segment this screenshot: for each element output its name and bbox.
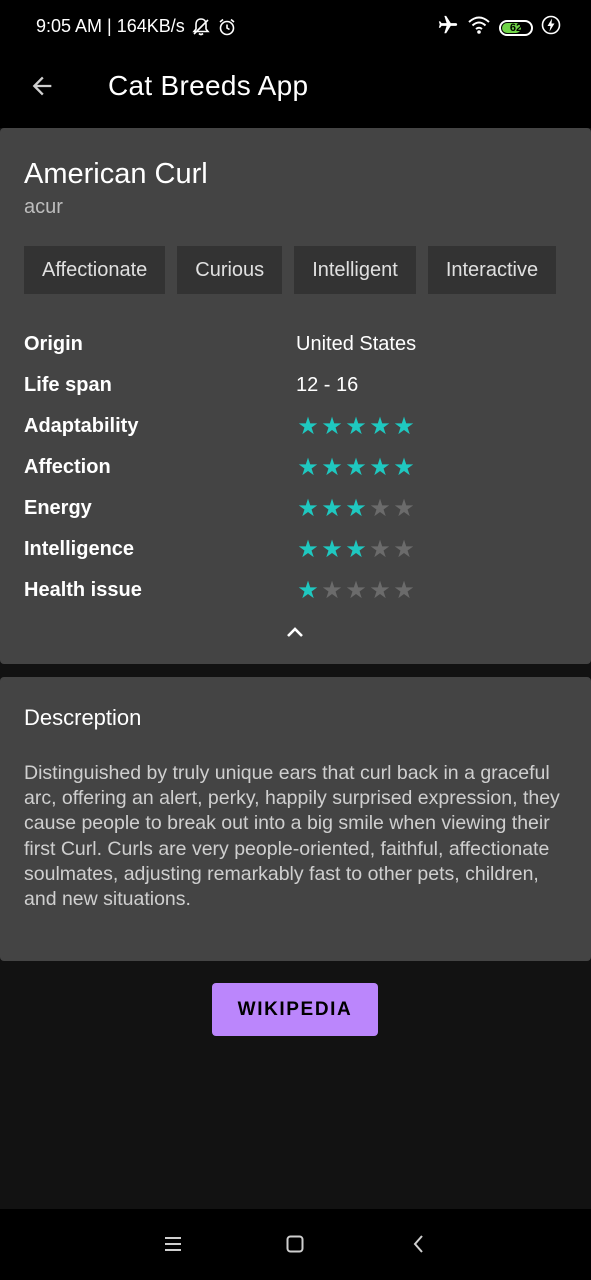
attr-label-life-span: Life span: [24, 374, 112, 396]
back-button[interactable]: [22, 68, 62, 108]
nav-menu-button[interactable]: [158, 1231, 188, 1261]
mute-bell-icon: [191, 17, 211, 37]
temperament-chip[interactable]: Curious: [177, 246, 283, 294]
star-filled-icon: ★: [393, 412, 415, 440]
attr-label-adaptability: Adaptability: [24, 415, 139, 437]
description-title: Descreption: [24, 705, 142, 730]
attr-label-origin: Origin: [24, 333, 83, 355]
status-bar: 9:05 AM | 164KB/s 62: [0, 0, 591, 56]
star-filled-icon: ★: [321, 412, 343, 440]
alarm-icon: [217, 17, 237, 37]
star-filled-icon: ★: [345, 453, 367, 481]
back-icon: [411, 1234, 427, 1259]
star-empty-icon: ★: [369, 576, 391, 604]
star-filled-icon: ★: [369, 453, 391, 481]
nav-back-button[interactable]: [404, 1231, 434, 1261]
app-title: Cat Breeds App: [108, 70, 309, 101]
attr-value-origin: United States: [296, 333, 417, 355]
rating-stars-intelligence: ★ ★ ★ ★ ★: [296, 535, 416, 563]
charging-icon: [541, 15, 561, 40]
star-empty-icon: ★: [393, 576, 415, 604]
battery-level: 62: [509, 21, 523, 34]
star-filled-icon: ★: [345, 535, 367, 563]
home-icon: [285, 1234, 305, 1259]
airplane-icon: [437, 14, 459, 41]
attr-row-health-issue: Health issue ★ ★ ★ ★ ★: [24, 576, 567, 609]
star-filled-icon: ★: [369, 412, 391, 440]
breed-name: American Curl: [24, 158, 208, 190]
star-empty-icon: ★: [345, 576, 367, 604]
breed-card: American Curl acur Affectionate Curious In…: [0, 128, 591, 664]
star-filled-icon: ★: [321, 453, 343, 481]
breed-id: acur: [24, 196, 63, 218]
status-right: 62: [437, 14, 561, 41]
attr-row-origin: Origin United States: [24, 333, 567, 363]
star-filled-icon: ★: [297, 576, 319, 604]
star-empty-icon: ★: [369, 494, 391, 522]
app-bar: Cat Breeds App: [0, 56, 591, 128]
attr-row-affection: Affection ★ ★ ★ ★ ★: [24, 453, 567, 486]
star-filled-icon: ★: [297, 535, 319, 563]
star-filled-icon: ★: [297, 412, 319, 440]
star-filled-icon: ★: [297, 494, 319, 522]
rating-stars-energy: ★ ★ ★ ★ ★: [296, 494, 416, 522]
battery-icon: 62: [499, 19, 533, 36]
star-filled-icon: ★: [321, 494, 343, 522]
star-empty-icon: ★: [321, 576, 343, 604]
star-filled-icon: ★: [345, 494, 367, 522]
attr-label-energy: Energy: [24, 497, 92, 519]
attr-row-intelligence: Intelligence ★ ★ ★ ★ ★: [24, 535, 567, 568]
star-filled-icon: ★: [393, 453, 415, 481]
description-text: Distinguished by truly unique ears that …: [24, 762, 560, 911]
attr-row-life-span: Life span 12 - 16: [24, 374, 567, 404]
description-card: Descreption Distinguished by truly uniqu…: [0, 677, 591, 961]
star-filled-icon: ★: [297, 453, 319, 481]
temperament-chip[interactable]: Intelligent: [294, 246, 416, 294]
wikipedia-button[interactable]: WIKIPEDIA: [212, 983, 378, 1036]
status-left: 9:05 AM | 164KB/s: [36, 16, 237, 37]
rating-stars-health-issue: ★ ★ ★ ★ ★: [296, 576, 416, 604]
attr-label-affection: Affection: [24, 456, 111, 478]
attr-row-adaptability: Adaptability ★ ★ ★ ★ ★: [24, 412, 567, 445]
menu-icon: [163, 1235, 183, 1258]
attr-label-intelligence: Intelligence: [24, 538, 135, 560]
star-empty-icon: ★: [393, 535, 415, 563]
attr-value-life-span: 12 - 16: [296, 374, 359, 396]
temperament-chips[interactable]: Affectionate Curious Intelligent Interactiv…: [24, 246, 567, 294]
nav-home-button[interactable]: [280, 1231, 310, 1261]
chevron-up-icon: [284, 624, 306, 645]
status-time-speed: 9:05 AM | 164KB/s: [36, 16, 185, 36]
attr-row-energy: Energy ★ ★ ★ ★ ★: [24, 494, 567, 527]
temperament-chip[interactable]: Interactive: [427, 246, 557, 294]
system-nav-bar: [0, 1209, 591, 1280]
arrow-back-icon: [28, 72, 56, 105]
star-filled-icon: ★: [321, 535, 343, 563]
temperament-chip[interactable]: Affectionate: [24, 246, 166, 294]
attr-label-health-issue: Health issue: [24, 579, 142, 601]
wifi-icon: [467, 14, 491, 41]
star-empty-icon: ★: [369, 535, 391, 563]
star-empty-icon: ★: [393, 494, 415, 522]
rating-stars-adaptability: ★ ★ ★ ★ ★: [296, 412, 416, 440]
rating-stars-affection: ★ ★ ★ ★ ★: [296, 453, 416, 481]
star-filled-icon: ★: [345, 412, 367, 440]
collapse-button[interactable]: [279, 622, 311, 646]
